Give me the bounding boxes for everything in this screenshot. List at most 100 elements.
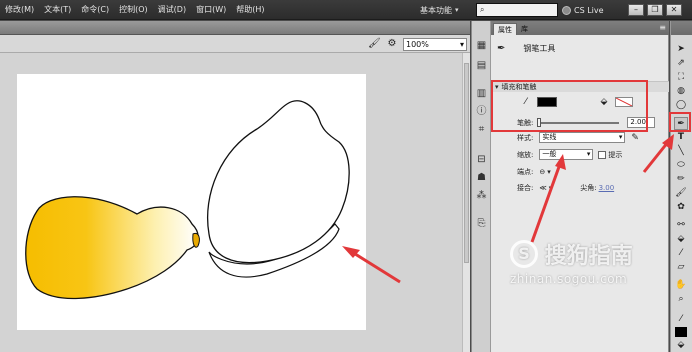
scale-row: 缩放: 一般 ▾ 提示 xyxy=(517,149,622,160)
cs-live-button[interactable]: CS Live xyxy=(562,3,604,17)
restore-button[interactable]: ❐ xyxy=(647,4,663,16)
zoom-tool-icon[interactable]: ⌕ xyxy=(674,293,688,306)
oval-tool-icon[interactable]: ⬭ xyxy=(674,159,688,172)
cap-label: 端点: xyxy=(517,168,534,176)
eraser-tool-icon[interactable]: ▱ xyxy=(674,261,688,274)
papaya-stem-shape[interactable] xyxy=(192,232,200,248)
chevron-down-icon: ▾ xyxy=(459,40,464,49)
filled-papaya-shape[interactable] xyxy=(25,196,199,300)
stage-canvas[interactable] xyxy=(17,74,366,330)
cs-live-icon xyxy=(562,5,571,15)
pencil-tool-icon[interactable]: ✏ xyxy=(674,173,688,186)
swatches-panel-icon[interactable]: ▤ xyxy=(475,59,488,72)
code-snippets-icon[interactable]: ⊟ xyxy=(475,153,488,166)
history-panel-icon[interactable]: ⎘ xyxy=(475,217,488,230)
menu-text[interactable]: 文本(T) xyxy=(39,0,76,20)
eyedropper-tool-icon[interactable]: ⁄ xyxy=(674,247,688,260)
flash-app-window: 修改(M) 文本(T) 命令(C) 控制(O) 调试(D) 窗口(W) 帮助(H… xyxy=(0,0,692,352)
search-icon: ⌕ xyxy=(480,5,485,14)
cap-row: 端点: ⊖ ▾ xyxy=(517,167,551,177)
style-select[interactable]: 实线 ▾ xyxy=(539,132,626,143)
tools-panel-header xyxy=(671,21,692,35)
sogou-guide-watermark: S 搜狗指南 zhinan.sogou.com xyxy=(510,238,670,286)
workspace-switcher[interactable]: 基本功能 ▾ xyxy=(420,3,459,17)
zoom-value: 100% xyxy=(406,40,429,49)
edit-stroke-style-icon[interactable]: ✎ xyxy=(631,133,639,143)
scale-value: 一般 xyxy=(542,150,557,158)
align-panel-icon[interactable]: ▥ xyxy=(475,87,488,100)
hand-tool-icon[interactable]: ✋ xyxy=(674,279,688,292)
free-transform-tool-icon[interactable]: ⛶ xyxy=(674,71,688,84)
chevron-down-icon: ▾ xyxy=(586,150,591,158)
stage-drawing xyxy=(25,100,350,300)
menu-modify[interactable]: 修改(M) xyxy=(0,0,39,20)
close-button[interactable]: ✕ xyxy=(666,4,682,16)
pen-tool-icon: ✒ xyxy=(497,43,506,54)
menu-list: 修改(M) 文本(T) 命令(C) 控制(O) 调试(D) 窗口(W) 帮助(H… xyxy=(0,0,270,20)
tools-panel: ➤ ⇗ ⛶ ◍ ◯ ✒ T ╲ ⬭ ✏ 🖌 ✿ ⚯ ⬙ ⁄ ▱ ✋ ⌕ ⁄ ⬙ xyxy=(670,21,692,352)
cs-live-label: CS Live xyxy=(574,5,604,15)
stage-vertical-scrollbar[interactable] xyxy=(462,53,470,352)
join-label: 接合: xyxy=(517,184,534,192)
brush-tool-icon[interactable]: 🖌 xyxy=(674,187,688,200)
motion-presets-icon[interactable]: ⁂ xyxy=(475,189,488,202)
components-icon[interactable]: ☗ xyxy=(475,171,488,184)
scale-select[interactable]: 一般 ▾ xyxy=(539,149,594,160)
chevron-down-icon[interactable]: ▾ xyxy=(549,184,553,192)
3d-rotation-tool-icon[interactable]: ◍ xyxy=(674,85,688,98)
pasteboard xyxy=(0,53,462,352)
scrollbar-thumb[interactable] xyxy=(464,63,469,263)
sogou-logo-icon: S xyxy=(510,240,538,268)
menu-bar: 修改(M) 文本(T) 命令(C) 控制(O) 调试(D) 窗口(W) 帮助(H… xyxy=(0,0,692,20)
document-tab-bar xyxy=(0,21,470,35)
info-panel-icon[interactable]: ⓘ xyxy=(475,105,488,118)
properties-tab-bar: 属性 库 ≡ xyxy=(491,21,669,35)
lasso-tool-icon[interactable]: ◯ xyxy=(674,99,688,112)
style-label: 样式: xyxy=(517,133,534,142)
collapsed-panel-dock: ▦ ▤ ▥ ⓘ ⌗ ⊟ ☗ ⁂ ⎘ xyxy=(471,21,491,352)
deco-tool-icon[interactable]: ✿ xyxy=(674,201,688,214)
menu-help[interactable]: 帮助(H) xyxy=(231,0,269,20)
window-controls: – ❐ ✕ xyxy=(628,4,682,16)
line-tool-icon[interactable]: ╲ xyxy=(674,145,688,158)
tab-properties[interactable]: 属性 xyxy=(493,23,517,35)
miter-label: 尖角: xyxy=(580,184,597,192)
stroke-color-tool-icon[interactable]: ⁄ xyxy=(674,313,688,326)
color-panel-icon[interactable]: ▦ xyxy=(475,39,488,52)
join-round-icon[interactable]: ≪ xyxy=(539,184,546,192)
bone-tool-icon[interactable]: ⚯ xyxy=(674,219,688,232)
transform-panel-icon[interactable]: ⌗ xyxy=(475,123,488,136)
fill-color-tool-icon[interactable]: ⬙ xyxy=(674,339,688,352)
cap-round-icon[interactable]: ⊖ xyxy=(539,168,545,176)
properties-panel: 属性 库 ≡ ✒ 钢笔工具 ▾ 填充和笔触 ⁄ ⬙ 笔触: 2.00 样式: 实… xyxy=(491,21,669,352)
stroke-color-chip[interactable] xyxy=(675,327,687,337)
workspace-label: 基本功能 xyxy=(420,5,452,15)
paint-bucket-tool-icon[interactable]: ⬙ xyxy=(674,233,688,246)
menu-control[interactable]: 控制(O) xyxy=(114,0,153,20)
edit-symbols-icon[interactable]: ⚙ xyxy=(386,38,398,50)
style-row: 样式: 实线 ▾ ✎ xyxy=(517,132,639,143)
selection-tool-icon[interactable]: ➤ xyxy=(674,43,688,56)
miter-value[interactable]: 3.00 xyxy=(599,184,615,192)
edit-bar: 🖌 ⚙ 100% ▾ xyxy=(0,35,470,53)
chevron-down-icon: ▾ xyxy=(618,133,623,141)
menu-debug[interactable]: 调试(D) xyxy=(153,0,191,20)
menu-commands[interactable]: 命令(C) xyxy=(76,0,114,20)
scale-label: 缩放: xyxy=(517,150,534,159)
tool-header: ✒ 钢笔工具 xyxy=(497,43,555,54)
tab-library[interactable]: 库 xyxy=(517,23,532,35)
text-tool-icon[interactable]: T xyxy=(674,131,688,144)
edit-scene-icon[interactable]: 🖌 xyxy=(368,38,381,50)
help-search-input[interactable]: ⌕ xyxy=(476,3,558,17)
watermark-url: zhinan.sogou.com xyxy=(510,272,628,286)
chevron-down-icon[interactable]: ▾ xyxy=(547,168,551,176)
style-value: 实线 xyxy=(542,133,557,141)
panel-menu-icon[interactable]: ≡ xyxy=(659,24,666,32)
pen-tool-highlight-box xyxy=(669,112,691,132)
minimize-button[interactable]: – xyxy=(628,4,644,16)
hinting-checkbox[interactable] xyxy=(598,150,607,159)
zoom-select[interactable]: 100% ▾ xyxy=(403,38,467,51)
tool-name: 钢笔工具 xyxy=(523,44,556,53)
menu-window[interactable]: 窗口(W) xyxy=(191,0,231,20)
subselection-tool-icon[interactable]: ⇗ xyxy=(674,57,688,70)
